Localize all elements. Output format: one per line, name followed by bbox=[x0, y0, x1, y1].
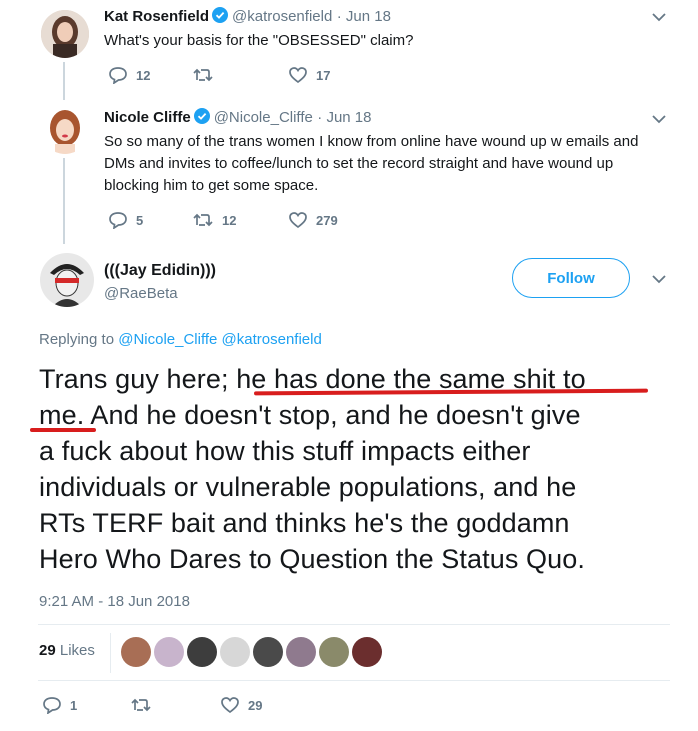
heart-icon bbox=[289, 67, 307, 84]
liker-avatar[interactable] bbox=[121, 637, 151, 667]
likes-summary-count: 29 bbox=[39, 642, 56, 659]
liker-avatar[interactable] bbox=[154, 637, 184, 667]
liker-avatar[interactable] bbox=[286, 637, 316, 667]
likers-avatars bbox=[121, 637, 385, 667]
avatar-nicole-image bbox=[41, 106, 89, 154]
reply-button[interactable]: 1 bbox=[42, 696, 130, 714]
author-name[interactable]: Kat Rosenfield bbox=[104, 8, 209, 25]
verified-badge-icon bbox=[193, 108, 210, 124]
retweet-button[interactable] bbox=[192, 67, 288, 83]
replying-to-handle[interactable]: @Nicole_Cliffe bbox=[118, 331, 217, 348]
author-handle[interactable]: @Nicole_Cliffe bbox=[214, 109, 313, 126]
highlight-underline bbox=[30, 428, 96, 432]
reply-icon bbox=[109, 212, 127, 229]
avatar-kat-rosenfield[interactable] bbox=[41, 10, 89, 58]
avatar-nicole-cliffe[interactable] bbox=[41, 106, 89, 154]
tweet-date[interactable]: · Jun 18 bbox=[317, 109, 371, 126]
retweet-icon bbox=[131, 698, 151, 712]
author-handle[interactable]: @RaeBeta bbox=[104, 285, 178, 302]
author-name[interactable]: (((Jay Edidin))) bbox=[104, 262, 216, 280]
reply-icon bbox=[43, 697, 61, 714]
retweet-icon bbox=[193, 68, 213, 82]
reply-icon bbox=[109, 67, 127, 84]
like-button[interactable]: 279 bbox=[288, 211, 338, 229]
liker-avatar[interactable] bbox=[220, 637, 250, 667]
tweet-text: What's your basis for the "OBSESSED" cla… bbox=[104, 32, 414, 49]
author-handle[interactable]: @katrosenfield bbox=[232, 8, 332, 25]
like-button[interactable]: 29 bbox=[220, 696, 262, 714]
heart-icon bbox=[221, 697, 239, 714]
reply-button[interactable]: 12 bbox=[108, 66, 192, 84]
verified-badge-icon bbox=[212, 7, 229, 23]
likes-separator bbox=[110, 633, 111, 673]
avatar-jay-edidin[interactable] bbox=[40, 253, 94, 307]
retweet-button[interactable] bbox=[130, 697, 220, 713]
divider bbox=[38, 624, 670, 625]
main-tweet-actions: 1 29 bbox=[42, 696, 262, 714]
avatar-jay-image bbox=[40, 253, 94, 307]
likes-summary-label: Likes bbox=[59, 642, 95, 659]
tweet-text: So so many of the trans women I know fro… bbox=[104, 131, 679, 197]
replying-to-label: Replying to bbox=[39, 331, 115, 348]
reply-count: 1 bbox=[70, 697, 78, 713]
retweet-button[interactable]: 12 bbox=[192, 212, 288, 228]
retweet-icon bbox=[193, 213, 213, 227]
tweet-text-line: blocking him to get some space. bbox=[104, 177, 319, 194]
main-tweet-line: individuals or vulnerable populations, a… bbox=[39, 472, 577, 502]
reply-count: 12 bbox=[136, 67, 151, 83]
chevron-down-icon[interactable] bbox=[652, 114, 666, 124]
thread-line-1 bbox=[63, 62, 65, 100]
tweet-text-line: DMs and invites to coffee/lunch to set t… bbox=[104, 155, 614, 172]
replying-to-handle[interactable]: @katrosenfield bbox=[222, 331, 322, 348]
main-tweet-line: a fuck about how this stuff impacts eith… bbox=[39, 436, 531, 466]
tweet-1-header: Kat Rosenfield @katrosenfield · Jun 18 bbox=[104, 7, 391, 26]
liker-avatar[interactable] bbox=[253, 637, 283, 667]
thread-line-2 bbox=[63, 158, 65, 244]
like-count: 17 bbox=[316, 67, 331, 83]
avatar-kat-image bbox=[41, 10, 89, 58]
main-tweet-line: Hero Who Dares to Question the Status Qu… bbox=[39, 544, 585, 574]
tweet-2-actions: 5 12 279 bbox=[108, 211, 338, 229]
heart-icon bbox=[289, 212, 307, 229]
likes-summary[interactable]: 29 Likes bbox=[39, 642, 95, 659]
main-tweet-line: RTs TERF bait and thinks he's the goddam… bbox=[39, 508, 570, 538]
reply-count: 5 bbox=[136, 212, 144, 228]
liker-avatar[interactable] bbox=[352, 637, 382, 667]
like-count: 29 bbox=[248, 697, 263, 713]
retweet-count: 12 bbox=[222, 212, 237, 228]
follow-button[interactable]: Follow bbox=[512, 258, 630, 298]
liker-avatar[interactable] bbox=[187, 637, 217, 667]
tweet-1-actions: 12 17 bbox=[108, 66, 330, 84]
reply-button[interactable]: 5 bbox=[108, 211, 192, 229]
replying-to: Replying to @Nicole_Cliffe @katrosenfiel… bbox=[39, 331, 322, 348]
divider bbox=[38, 680, 670, 681]
tweet-2-header: Nicole Cliffe @Nicole_Cliffe · Jun 18 bbox=[104, 108, 372, 127]
author-name[interactable]: Nicole Cliffe bbox=[104, 109, 191, 126]
chevron-down-icon[interactable] bbox=[652, 274, 666, 284]
like-button[interactable]: 17 bbox=[288, 66, 330, 84]
tweet-timestamp[interactable]: 9:21 AM - 18 Jun 2018 bbox=[39, 593, 190, 610]
tweet-text-line: So so many of the trans women I know fro… bbox=[104, 133, 639, 150]
like-count: 279 bbox=[316, 212, 338, 228]
main-tweet-line: me. And he doesn't stop, and he doesn't … bbox=[39, 400, 581, 430]
chevron-down-icon[interactable] bbox=[652, 12, 666, 22]
tweet-date[interactable]: · Jun 18 bbox=[337, 8, 391, 25]
liker-avatar[interactable] bbox=[319, 637, 349, 667]
